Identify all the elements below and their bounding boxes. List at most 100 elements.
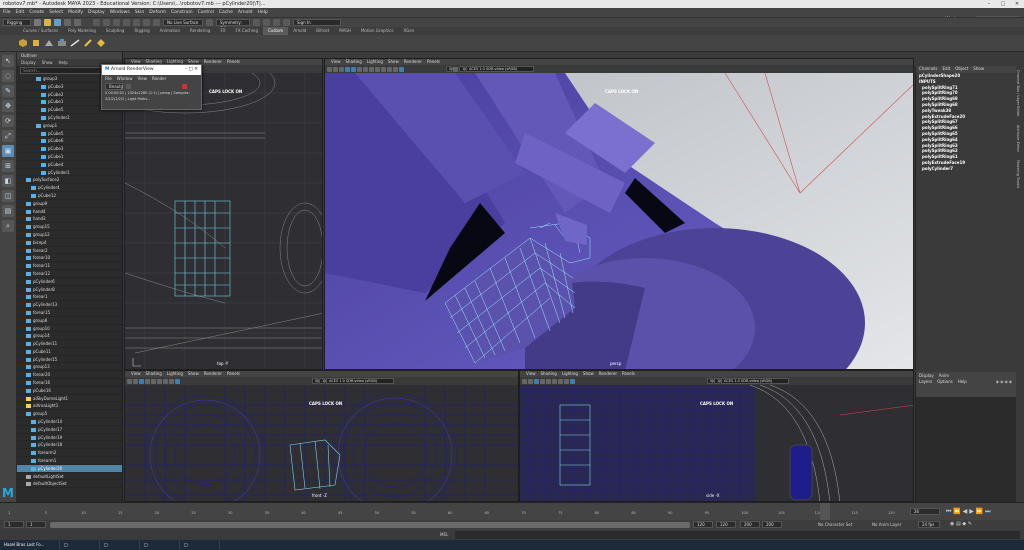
anim-end-field[interactable]: 120 <box>716 521 736 528</box>
vp-menu-panels[interactable]: Panels <box>227 371 240 377</box>
symmetry-dropdown[interactable]: Symmetry: Off <box>216 19 250 31</box>
vp-menu-renderer[interactable]: Renderer <box>404 59 422 65</box>
menu-help[interactable]: Help <box>257 10 267 15</box>
vp-menu-show[interactable]: Show <box>188 371 199 377</box>
wireframe-icon[interactable] <box>534 378 539 384</box>
time-slider[interactable]: 1 5 10 15 20 25 30 35 40 45 50 55 60 65 70 75 80 85 90 95 10… <box>0 502 1024 521</box>
outliner-item[interactable]: hand4 <box>17 208 122 216</box>
vp-menu-renderer[interactable]: Renderer <box>599 371 617 377</box>
vp-menu-panels[interactable]: Panels <box>622 371 635 377</box>
gamma-field[interactable]: 0.00 <box>312 378 323 384</box>
mel-input[interactable] <box>455 531 1020 539</box>
outliner-item[interactable]: pCube16 <box>17 387 122 395</box>
layer-new-icons[interactable]: ◆ ◆ ◆ ◆ <box>996 379 1012 385</box>
outliner-item[interactable]: hand3 <box>17 215 122 224</box>
textured-icon[interactable] <box>546 378 551 384</box>
side-tab-modeling-toolkit[interactable]: Modeling Toolkit <box>1016 156 1020 192</box>
grid-icon[interactable] <box>528 378 533 384</box>
outliner-item[interactable]: group14 <box>17 332 122 341</box>
outliner-item[interactable]: forear15 <box>17 309 122 317</box>
cb-menu-show[interactable]: Show <box>973 66 984 72</box>
minimize-icon[interactable]: – <box>982 0 996 8</box>
select-hierarchy-icon[interactable] <box>93 19 100 26</box>
outliner-item[interactable]: pCylinder8 <box>17 286 122 294</box>
menu-file[interactable]: File <box>3 10 11 15</box>
isolate-icon[interactable] <box>387 66 392 72</box>
symmetry-icon[interactable] <box>206 19 213 26</box>
exposure-field[interactable]: 1.00 <box>459 66 470 72</box>
menu-create[interactable]: Create <box>29 10 44 15</box>
viewport-side[interactable]: View Shading Lighting Show Renderer Pane… <box>519 370 914 502</box>
shadows-icon[interactable] <box>558 378 563 384</box>
outliner-item[interactable]: forear10 <box>17 254 122 263</box>
outliner-item[interactable]: aiSkyDomeLight1 <box>17 395 122 403</box>
persp-outliner-icon[interactable]: ◧ <box>2 175 14 187</box>
colorspace-dropdown[interactable]: ACES 1.0 SDR-video (sRGB) <box>466 66 534 72</box>
viewport-persp[interactable]: View Shading Lighting Show Renderer Pane… <box>324 58 914 370</box>
outliner-item[interactable]: pCylinder17 <box>17 426 122 434</box>
textured-icon[interactable] <box>357 66 362 72</box>
gamma-field[interactable]: 0.00 <box>446 66 457 72</box>
outliner-item[interactable]: pCylinder14 <box>17 418 122 426</box>
outliner-item[interactable]: pCylinder13 <box>17 301 122 309</box>
mel-label[interactable]: MEL <box>440 532 448 537</box>
color-manage-icon[interactable] <box>175 378 180 384</box>
camera-icon[interactable] <box>522 378 527 384</box>
arnold-menu-file[interactable]: File <box>105 75 112 82</box>
paint-tool-icon[interactable] <box>83 38 93 48</box>
lights-icon[interactable] <box>157 378 162 384</box>
smooth-shade-icon[interactable] <box>540 378 545 384</box>
cylinder-tool-icon[interactable] <box>31 38 41 48</box>
vp-menu-shading[interactable]: Shading <box>541 371 557 377</box>
shelf-tab-xgen[interactable]: XGen <box>398 27 419 35</box>
redo-icon[interactable] <box>74 19 81 26</box>
xray-icon[interactable] <box>393 66 398 72</box>
outliner-item[interactable]: group9 <box>17 200 122 208</box>
ipr-render-icon[interactable] <box>263 19 270 26</box>
menu-arnold[interactable]: Arnold <box>238 10 253 15</box>
outliner-item[interactable]: polySurface2 <box>17 176 122 185</box>
menu-windows[interactable]: Windows <box>110 10 130 15</box>
outliner-menu-help[interactable]: Help <box>59 59 68 66</box>
shelf-tab-rendering[interactable]: Rendering <box>185 27 215 35</box>
taskbar-item-4[interactable]: □ <box>140 540 180 550</box>
move-tool-icon[interactable]: ✥ <box>2 100 14 112</box>
wireframe-icon[interactable] <box>139 378 144 384</box>
shelf-tab-sculpting[interactable]: Sculpting <box>101 27 130 35</box>
current-frame-field[interactable]: 26 <box>910 508 940 515</box>
outliner-item[interactable]: pCylinder20 <box>17 464 122 473</box>
menu-cache[interactable]: Cache <box>219 10 233 15</box>
layer-menu-options[interactable]: Options <box>937 379 952 385</box>
outliner-item[interactable]: group1 <box>17 122 122 130</box>
anim-layer-label[interactable]: No Anim Layer <box>872 522 901 527</box>
camera-icon[interactable] <box>127 378 132 384</box>
lasso-tool-icon[interactable]: ◌ <box>2 70 14 82</box>
diamond-tool-icon[interactable] <box>96 38 106 48</box>
menu-set-dropdown[interactable]: Rigging <box>3 19 31 26</box>
shelf-tab-fx[interactable]: FX <box>215 27 230 35</box>
select-tool-icon[interactable]: ↖ <box>2 55 14 67</box>
vp-menu-view[interactable]: View <box>131 371 141 377</box>
aov-dropdown[interactable]: Beauty <box>105 82 123 90</box>
bevel-tool-icon[interactable] <box>44 38 54 48</box>
input-node[interactable]: polyCylinder7 <box>916 166 1017 172</box>
render-icon[interactable] <box>253 19 260 26</box>
render-range-field[interactable]: 200 <box>740 521 760 528</box>
shelf-tab-rigging[interactable]: Rigging <box>129 27 154 35</box>
outliner-item[interactable]: forearm2 <box>17 449 122 458</box>
select-object-icon[interactable] <box>103 19 110 26</box>
outliner-menu-show[interactable]: Show <box>42 59 53 66</box>
smooth-shade-icon[interactable] <box>345 66 350 72</box>
layer-tab-anim[interactable]: Anim <box>939 372 949 379</box>
menu-select[interactable]: Select <box>49 10 63 15</box>
wireframe-on-shaded-icon[interactable] <box>351 66 356 72</box>
vp-menu-lighting[interactable]: Lighting <box>562 371 578 377</box>
vp-menu-renderer[interactable]: Renderer <box>204 371 222 377</box>
playback-end-field[interactable]: 120 <box>693 521 713 528</box>
aa-icon[interactable] <box>381 66 386 72</box>
wireframe-icon[interactable] <box>339 66 344 72</box>
taskbar-item-2[interactable]: □ <box>60 540 100 550</box>
taskbar-item-1[interactable]: Hazel Bras Lost Fo... <box>0 540 60 550</box>
hypershade-icon[interactable] <box>283 19 290 26</box>
current-frame-marker[interactable] <box>820 503 830 521</box>
